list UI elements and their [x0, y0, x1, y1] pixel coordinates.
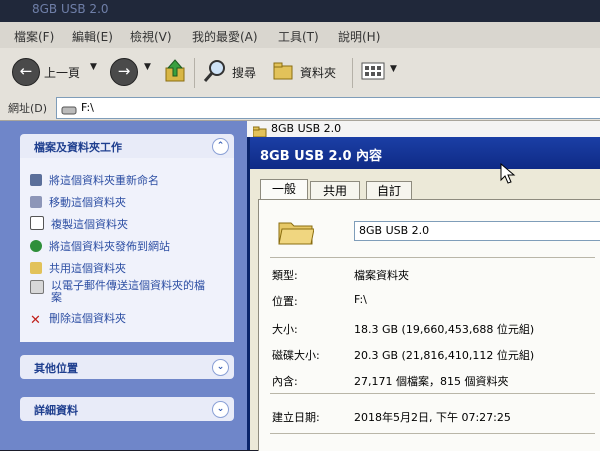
task-label: 將這個資料夾發佈到網站 — [49, 240, 170, 253]
task-move[interactable]: 移動這個資料夾 — [30, 194, 126, 210]
task-label: 移動這個資料夾 — [49, 196, 126, 209]
size-label: 大小: — [272, 323, 298, 336]
toolbar-separator — [194, 58, 195, 88]
divider — [270, 257, 595, 258]
folder-name-input[interactable]: 8GB USB 2.0 — [354, 221, 600, 241]
task-label: 以電子郵件傳送這個資料夾的檔案 — [51, 279, 205, 304]
back-arrow-icon[interactable]: ← — [12, 58, 40, 86]
task-label: 複製這個資料夾 — [51, 218, 128, 231]
tab-customize[interactable]: 自訂 — [366, 181, 412, 200]
file-tasks-title: 檔案及資料夾工作 — [34, 141, 122, 154]
window-title-bar: 8GB USB 2.0 — [0, 0, 600, 22]
location-label: 位置: — [272, 295, 298, 308]
share-folder-icon — [30, 262, 42, 274]
created-label: 建立日期: — [272, 411, 320, 424]
menu-help[interactable]: 說明(H) — [338, 28, 380, 45]
tab-sharing[interactable]: 共用 — [310, 181, 360, 200]
file-item-name[interactable]: 8GB USB 2.0 — [271, 122, 341, 135]
menu-bar: 檔案(F) 編輯(E) 檢視(V) 我的最愛(A) 工具(T) 說明(H) — [0, 22, 600, 49]
forward-dropdown-icon[interactable]: ▼ — [144, 62, 151, 72]
delete-x-icon: ✕ — [30, 313, 41, 328]
details-header[interactable]: 詳細資料 ⌄ — [20, 397, 234, 421]
globe-icon — [30, 240, 42, 252]
other-places-title: 其他位置 — [34, 362, 78, 375]
dialog-title-bar[interactable]: 8GB USB 2.0 內容 — [250, 137, 600, 169]
views-icon[interactable] — [360, 60, 388, 82]
folders-icon[interactable] — [272, 60, 296, 82]
dialog-title: 8GB USB 2.0 內容 — [260, 149, 383, 164]
other-places-header[interactable]: 其他位置 ⌄ — [20, 355, 234, 379]
size-on-disk-value: 20.3 GB (21,816,410,112 位元組) — [354, 349, 535, 362]
properties-dialog: 8GB USB 2.0 內容 一般 共用 自訂 8GB USB 2.0 類型: … — [247, 137, 600, 451]
expand-chevron-icon[interactable]: ⌄ — [212, 401, 229, 418]
back-button-label[interactable]: 上一頁 — [44, 64, 80, 81]
contains-value: 27,171 個檔案，815 個資料夾 — [354, 375, 509, 388]
window-title: 8GB USB 2.0 — [32, 2, 109, 16]
search-icon[interactable] — [202, 58, 228, 84]
menu-file[interactable]: 檔案(F) — [14, 28, 54, 45]
folder-icon — [278, 217, 315, 245]
back-dropdown-icon[interactable]: ▼ — [90, 62, 97, 72]
toolbar-separator — [352, 58, 353, 88]
type-value: 檔案資料夾 — [354, 269, 409, 282]
tab-general[interactable]: 一般 — [260, 179, 308, 200]
task-delete[interactable]: ✕ 刪除這個資料夾 — [30, 310, 126, 327]
menu-view[interactable]: 檢視(V) — [130, 28, 172, 45]
menu-favorites[interactable]: 我的最愛(A) — [192, 28, 258, 45]
task-share[interactable]: 共用這個資料夾 — [30, 260, 126, 276]
address-input[interactable]: F:\ — [56, 97, 600, 119]
search-button-label[interactable]: 搜尋 — [232, 64, 256, 81]
menu-tools[interactable]: 工具(T) — [278, 28, 319, 45]
size-on-disk-label: 磁碟大小: — [272, 349, 320, 362]
divider — [270, 393, 595, 394]
menu-edit[interactable]: 編輯(E) — [72, 28, 113, 45]
location-value: F:\ — [354, 293, 367, 306]
drive-icon — [61, 101, 77, 115]
created-value: 2018年5月2日, 下午 07:27:25 — [354, 411, 511, 424]
details-title: 詳細資料 — [34, 404, 78, 417]
folder-name-value: 8GB USB 2.0 — [359, 224, 430, 237]
views-dropdown-icon[interactable]: ▼ — [390, 64, 397, 74]
move-icon — [30, 196, 42, 208]
file-tasks-list: 將這個資料夾重新命名 移動這個資料夾 複製這個資料夾 將這個資料夾發佈到網站 共… — [20, 158, 234, 342]
task-email[interactable]: 以電子郵件傳送這個資料夾的檔案 — [30, 280, 210, 304]
file-tasks-header[interactable]: 檔案及資料夾工作 ⌃ — [20, 134, 234, 158]
up-folder-icon[interactable] — [164, 58, 186, 84]
task-copy[interactable]: 複製這個資料夾 — [30, 216, 128, 232]
size-value: 18.3 GB (19,660,453,688 位元組) — [354, 323, 535, 336]
address-label: 網址(D) — [8, 102, 48, 115]
expand-chevron-icon[interactable]: ⌄ — [212, 359, 229, 376]
collapse-chevron-icon[interactable]: ⌃ — [212, 138, 229, 155]
mouse-cursor-icon — [500, 162, 516, 185]
divider — [270, 433, 595, 434]
task-label: 刪除這個資料夾 — [49, 312, 126, 325]
type-label: 類型: — [272, 269, 298, 282]
folders-button-label[interactable]: 資料夾 — [300, 64, 336, 81]
file-list: 8GB USB 2.0 — [247, 121, 600, 138]
address-value: F:\ — [81, 101, 94, 114]
folder-icon — [252, 123, 267, 138]
task-rename[interactable]: 將這個資料夾重新命名 — [30, 172, 159, 188]
task-label: 共用這個資料夾 — [49, 262, 126, 275]
rename-icon — [30, 174, 42, 186]
contains-label: 內含: — [272, 375, 298, 388]
email-icon — [30, 280, 44, 294]
copy-icon — [30, 216, 44, 230]
task-label: 將這個資料夾重新命名 — [49, 174, 159, 187]
task-publish[interactable]: 將這個資料夾發佈到網站 — [30, 238, 170, 254]
forward-arrow-icon[interactable]: → — [110, 58, 138, 86]
